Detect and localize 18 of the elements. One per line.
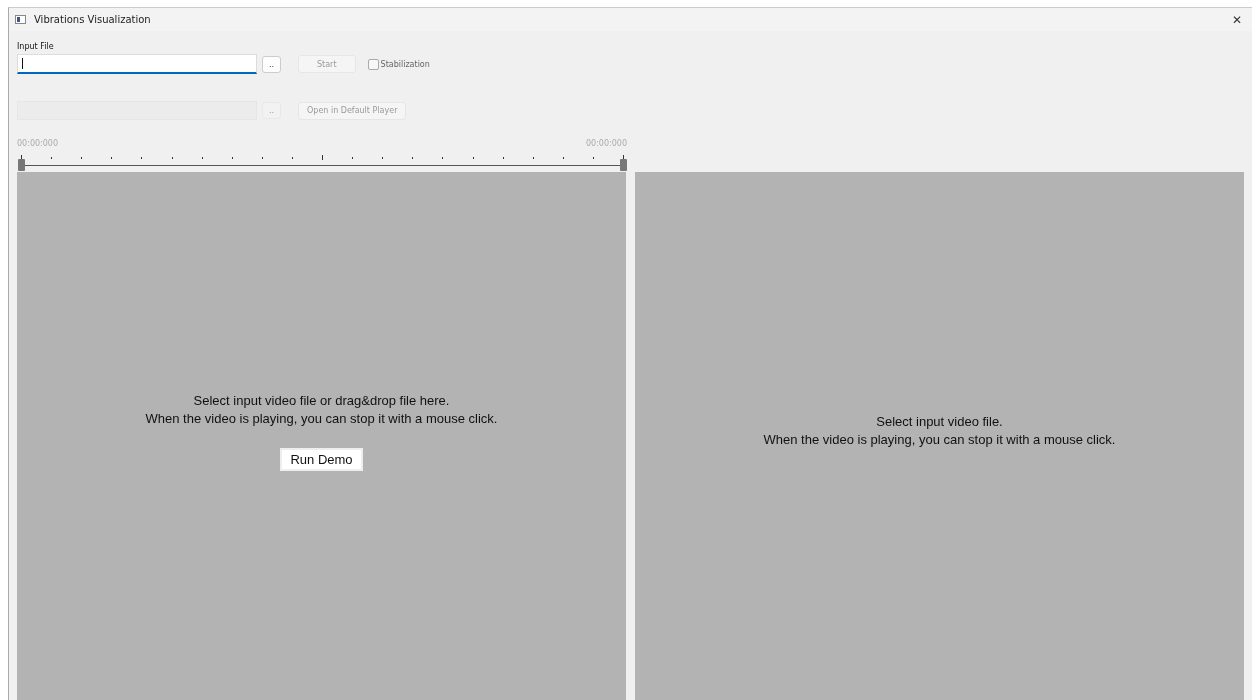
close-button[interactable]: ✕ [1231,12,1246,27]
field-label: Input File [17,42,55,51]
hint-text: When the video is playing, you can stop it with a mouse click. [145,409,498,428]
input-field[interactable] [17,54,257,74]
browse-button[interactable]: .. [262,55,281,73]
video-panel[interactable]: Select input video file. When the video is playing, you can stop it with a mouse click. [635,172,1244,700]
slider-handle[interactable] [18,159,25,171]
hint-text: Select input video file. [876,413,1003,431]
stabilization-checkbox[interactable]: Stabilization [367,58,430,70]
hint-text: When the video is playing, you can stop it with a mouse click. [763,431,1116,449]
slider-handle[interactable] [620,159,627,171]
window-title: Vibrations Visualization [34,14,152,25]
hint-text: Select input video file or drag&drop file here. [193,391,450,410]
start-time: 00:00:000 [17,139,59,148]
app-icon [15,15,26,24]
end-time: 00:00:000 [585,139,627,148]
video-panel[interactable]: Select input video file or drag&drop file here. When the video is playing, you can stop it with a mouse click. Run Demo [17,172,626,700]
run-demo-button[interactable]: Run Demo [280,447,363,471]
